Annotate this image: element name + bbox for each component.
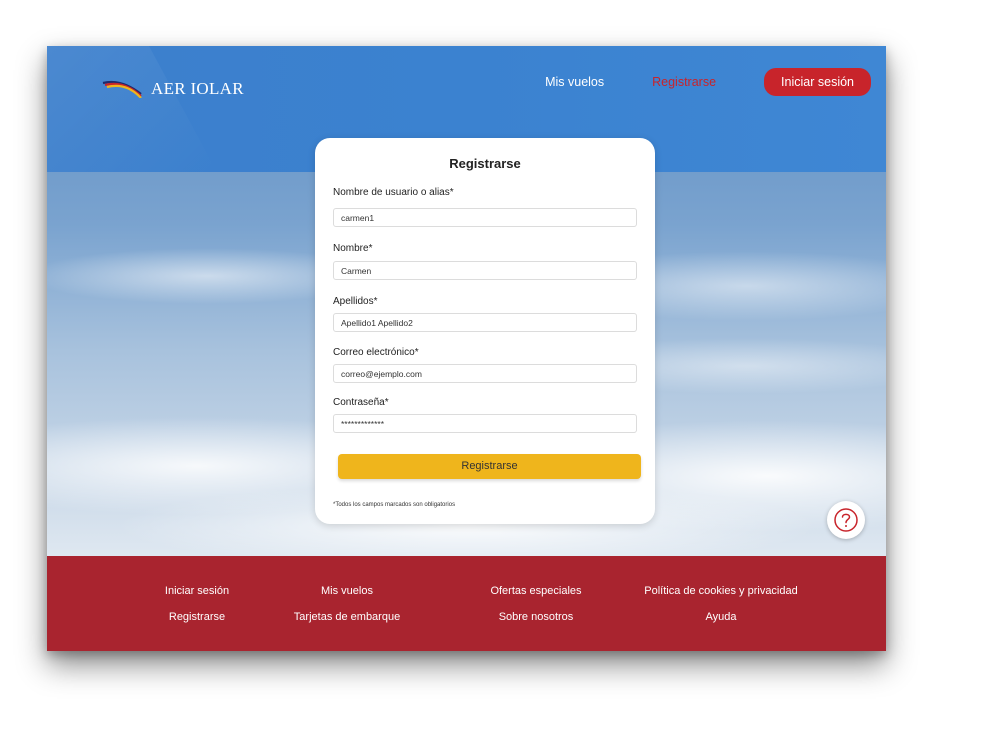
form-title: Registrarse [449, 156, 521, 171]
brand-logo[interactable]: AER IOLAR [101, 79, 244, 99]
footer-link-my-flights[interactable]: Mis vuelos [247, 585, 447, 597]
nav-register[interactable]: Registrarse [652, 75, 716, 89]
nav-my-flights[interactable]: Mis vuelos [545, 75, 604, 89]
brand-name: AER IOLAR [151, 79, 244, 98]
question-mark-icon [834, 508, 858, 532]
footer-link-special-offers[interactable]: Ofertas especiales [436, 585, 636, 597]
top-nav: Mis vuelos Registrarse Iniciar sesión [545, 68, 871, 96]
password-field[interactable]: ************* [333, 414, 637, 433]
login-button[interactable]: Iniciar sesión [764, 68, 871, 96]
first-name-field[interactable]: Carmen [333, 261, 637, 280]
footer: Iniciar sesión Mis vuelos Ofertas especi… [47, 556, 886, 651]
register-submit-button[interactable]: Registrarse [338, 454, 641, 479]
username-label: Nombre de usuario o alias* [333, 187, 454, 198]
password-label: Contraseña* [333, 397, 389, 408]
footer-link-about-us[interactable]: Sobre nosotros [436, 611, 636, 623]
required-fields-note: *Todos los campos marcados son obligator… [333, 502, 456, 508]
first-name-label: Nombre* [333, 243, 373, 254]
app-screen: AER IOLAR Mis vuelos Registrarse Iniciar… [47, 46, 886, 651]
email-field[interactable]: correo@ejemplo.com [333, 364, 637, 383]
last-name-label: Apellidos* [333, 296, 378, 307]
register-form: Registrarse Nombre de usuario o alias* c… [315, 138, 655, 524]
footer-link-boarding-passes[interactable]: Tarjetas de embarque [247, 611, 447, 623]
header-decoration [47, 46, 217, 172]
wing-logo-icon [102, 80, 142, 98]
email-label: Correo electrónico* [333, 347, 419, 358]
footer-link-cookies-privacy[interactable]: Política de cookies y privacidad [621, 585, 821, 597]
last-name-field[interactable]: Apellido1 Apellido2 [333, 313, 637, 332]
username-field[interactable]: carmen1 [333, 208, 637, 227]
footer-link-help[interactable]: Ayuda [621, 611, 821, 623]
help-button[interactable] [827, 501, 865, 539]
